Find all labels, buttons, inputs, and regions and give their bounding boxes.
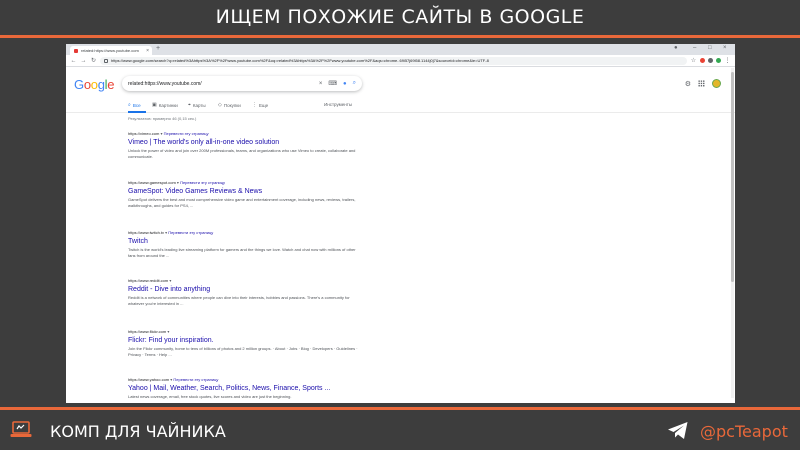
map-pin-icon: ⌖ <box>188 102 191 108</box>
tab-title: related:https://www.youtube.com <box>81 48 139 53</box>
address-bar-row: ← → ↻ https://www.google.com/search?q=re… <box>66 55 735 67</box>
result-url[interactable]: https://www.twitch.tv ▾ Перевести эту ст… <box>128 230 358 235</box>
search-query: related:https://www.youtube.com/ <box>128 80 202 87</box>
tab-maps[interactable]: ⌖ Карты <box>188 102 206 108</box>
google-logo[interactable]: Google <box>74 77 114 92</box>
translate-link[interactable]: Перевести эту страницу <box>180 180 225 185</box>
search-result: https://www.twitch.tv ▾ Перевести эту ст… <box>128 230 358 259</box>
tab-bar: related:https://www.youtube.com × + ● – … <box>66 44 735 55</box>
youtube-favicon-icon <box>74 48 78 53</box>
apps-grid-icon[interactable] <box>698 80 705 87</box>
gear-icon[interactable]: ⚙ <box>685 80 691 88</box>
result-title[interactable]: GameSpot: Video Games Reviews & News <box>128 188 358 195</box>
scrollbar-thumb[interactable] <box>731 72 734 282</box>
result-snippet: GameSpot delivers the best and most comp… <box>128 197 356 208</box>
forward-icon[interactable]: → <box>80 58 87 64</box>
result-title[interactable]: Yahoo | Mail, Weather, Search, Politics,… <box>128 385 358 392</box>
close-tab-icon[interactable]: × <box>143 48 152 54</box>
minimize-icon[interactable]: – <box>693 45 696 51</box>
result-snippet: Join the Flickr community, home to tens … <box>128 346 358 357</box>
result-title[interactable]: Reddit - Dive into anything <box>128 286 358 293</box>
result-url[interactable]: https://www.gamespot.com ▾ Перевести эту… <box>128 180 358 185</box>
close-window-icon[interactable]: × <box>723 45 727 51</box>
accent-line-bottom <box>0 407 800 410</box>
reload-icon[interactable]: ↻ <box>90 57 97 64</box>
result-url[interactable]: https://vimeo.com ▾ Перевести эту страни… <box>128 131 358 136</box>
result-url[interactable]: https://www.flickr.com ▾ <box>128 329 358 334</box>
image-icon: ▣ <box>152 102 157 108</box>
profile-dot-icon[interactable]: ● <box>674 45 678 51</box>
google-header: Google related:https://www.youtube.com/ … <box>66 67 735 99</box>
url-text: https://www.google.com/search?q=related%… <box>111 58 489 63</box>
translate-link[interactable]: Перевести эту страницу <box>173 377 218 382</box>
star-icon[interactable]: ☆ <box>690 57 697 64</box>
keyboard-icon[interactable]: ⌨ <box>328 80 337 87</box>
active-tab-indicator <box>128 111 146 113</box>
search-input[interactable]: related:https://www.youtube.com/ × ⌨ ● ⌕ <box>122 76 362 91</box>
more-icon: ⋮ <box>252 102 257 108</box>
laptop-icon <box>10 421 32 437</box>
tab-shopping[interactable]: ◇ Покупки <box>218 102 241 108</box>
telegram-handle[interactable]: @pcTeapot <box>700 422 788 441</box>
result-title[interactable]: Vimeo | The world's only all-in-one vide… <box>128 139 358 146</box>
slide-header: ИЩЕМ ПОХОЖИЕ САЙТЫ В GOOGLE <box>0 0 800 34</box>
search-icon[interactable]: ⌕ <box>353 80 356 87</box>
result-snippet: Twitch is the world's leading live strea… <box>128 247 356 258</box>
result-stats: Результатов: примерно 46 (0,15 сек.) <box>128 116 197 121</box>
result-title[interactable]: Flickr: Find your inspiration. <box>128 337 358 344</box>
result-snippet: Reddit is a network of communities where… <box>128 295 350 306</box>
menu-icon[interactable]: ⋮ <box>724 57 731 64</box>
search-result: https://www.flickr.com ▾ Flickr: Find yo… <box>128 329 358 358</box>
maximize-icon[interactable]: □ <box>708 45 712 51</box>
result-snippet: Unlock the power of video and join over … <box>128 148 356 159</box>
result-url[interactable]: https://www.reddit.com ▾ <box>128 278 358 283</box>
accent-line-top <box>0 35 800 38</box>
clear-icon[interactable]: × <box>319 81 323 87</box>
header-actions: ⚙ <box>685 79 721 88</box>
search-tabs: ⌕ Все ▣ Картинки ⌖ Карты ◇ Покупки ⋮ Еще Инст… <box>66 99 735 113</box>
result-title[interactable]: Twitch <box>128 238 358 245</box>
brand-name: КОМП ДЛЯ ЧАЙНИКА <box>50 422 226 441</box>
back-icon[interactable]: ← <box>70 58 77 64</box>
slide-title: ИЩЕМ ПОХОЖИЕ САЙТЫ В GOOGLE <box>215 6 585 28</box>
url-field[interactable]: https://www.google.com/search?q=related%… <box>100 56 687 65</box>
search-result: https://www.yahoo.com ▾ Перевести эту ст… <box>128 377 358 400</box>
search-result: https://www.gamespot.com ▾ Перевести эту… <box>128 180 358 209</box>
telegram-icon <box>668 422 688 439</box>
avatar[interactable] <box>712 79 721 88</box>
browser-tab[interactable]: related:https://www.youtube.com × <box>70 46 152 55</box>
search-result: https://vimeo.com ▾ Перевести эту страни… <box>128 131 358 160</box>
tag-icon: ◇ <box>218 102 222 108</box>
tab-all[interactable]: ⌕ Все <box>128 102 141 108</box>
tab-more[interactable]: ⋮ Еще <box>252 102 268 108</box>
search-icon: ⌕ <box>128 102 131 108</box>
browser-screenshot: related:https://www.youtube.com × + ● – … <box>66 44 735 403</box>
search-result: https://www.reddit.com ▾ Reddit - Dive i… <box>128 278 358 307</box>
result-snippet: Latest news coverage, email, free stock … <box>128 394 292 399</box>
translate-link[interactable]: Перевести эту страницу <box>164 131 209 136</box>
result-url[interactable]: https://www.yahoo.com ▾ Перевести эту ст… <box>128 377 358 382</box>
tools-button[interactable]: Инструменты <box>324 102 352 107</box>
tab-images[interactable]: ▣ Картинки <box>152 102 178 108</box>
new-tab-button[interactable]: + <box>156 45 160 52</box>
extension-icon[interactable] <box>708 58 713 63</box>
extension-icon[interactable] <box>700 58 705 63</box>
extension-icon[interactable] <box>716 58 721 63</box>
lock-icon <box>104 58 108 63</box>
translate-link[interactable]: Перевести эту страницу <box>168 230 213 235</box>
mic-icon[interactable]: ● <box>343 81 347 87</box>
